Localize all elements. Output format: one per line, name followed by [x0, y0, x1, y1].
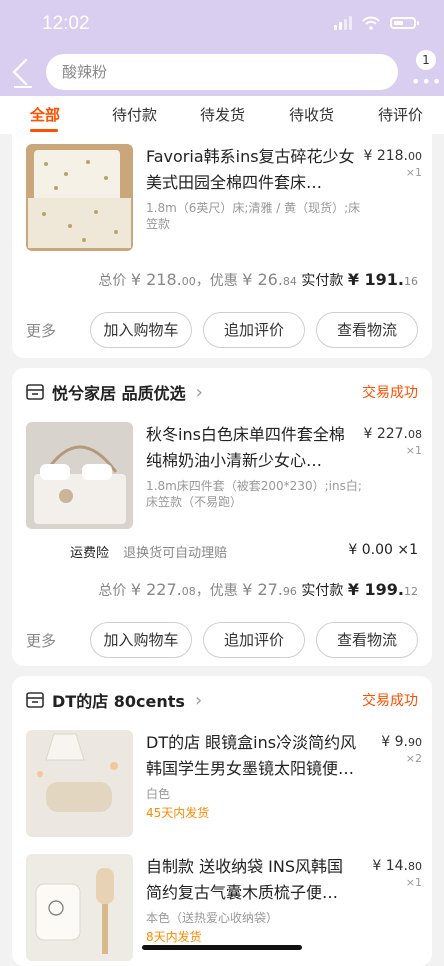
- insurance-label: 运费险: [70, 546, 110, 561]
- battery-icon: [390, 17, 419, 29]
- tab-all[interactable]: 全部: [30, 104, 60, 125]
- shop-header[interactable]: DT的店 80cents ›: [26, 688, 202, 712]
- wifi-icon: [362, 16, 380, 30]
- product-quantity: ×1: [405, 444, 422, 457]
- product-title: 秋冬ins白色床单四件套全棉纯棉奶油小清新少女心…: [146, 425, 345, 470]
- product-spec: 白色: [146, 787, 171, 801]
- product-title: 自制款 送收纳袋 INS风韩国简约复古气囊木质梳子便…: [146, 857, 344, 902]
- order-summary: 总价 ¥ 218.00，优惠 ¥ 26.84 实付款 ¥ 191.16: [98, 270, 418, 289]
- order-status: 交易成功: [362, 385, 418, 401]
- order-tabs: 全部 待付款 待发货 待收货 待评价: [0, 96, 444, 134]
- product-thumbnail: [26, 144, 133, 251]
- add-to-cart-button[interactable]: 加入购物车: [90, 622, 192, 658]
- order-item[interactable]: DT的店 眼镜盒ins冷淡简约风韩国学生男女墨镜太阳镜便… ¥ 9.90 ×2 …: [26, 730, 422, 838]
- product-quantity: ×2: [405, 752, 422, 765]
- insurance-price: ¥ 0.00 ×1: [348, 542, 418, 558]
- tab-pending-receipt[interactable]: 待收货: [289, 104, 334, 125]
- order-card: DT的店 80cents › 交易成功 DT的店 眼镜盒ins冷淡简约风韩国学生…: [12, 676, 432, 966]
- more-actions-link[interactable]: 更多: [26, 630, 56, 651]
- order-item[interactable]: 秋冬ins白色床单四件套全棉纯棉奶油小清新少女心… ¥ 227.08 ×1 1.…: [26, 422, 422, 530]
- shipping-time: 8天内发货: [146, 930, 202, 944]
- product-thumbnail: [26, 730, 133, 837]
- shop-icon: [26, 384, 44, 400]
- insurance-desc: 退换货可自动理赔: [123, 546, 228, 561]
- product-spec: 本色（送热爱心收纳袋）: [146, 911, 279, 925]
- product-price: ¥ 227.08: [363, 426, 422, 442]
- shop-name: 悦兮家居 品质优选: [52, 384, 186, 403]
- search-input[interactable]: [60, 62, 384, 82]
- product-spec: 1.8m床四件套（被套200*230）;ins白;床笠款（不易跑）: [146, 479, 362, 509]
- view-logistics-button[interactable]: 查看物流: [316, 312, 418, 348]
- product-price: ¥ 14.80: [372, 858, 422, 874]
- order-summary: 总价 ¥ 227.08，优惠 ¥ 27.96 实付款 ¥ 199.12: [98, 580, 418, 599]
- back-arrow-icon[interactable]: [6, 54, 36, 90]
- message-badge: 1: [416, 50, 436, 70]
- shop-name: DT的店 80cents: [52, 692, 185, 711]
- shipping-time: 45天内发货: [146, 806, 210, 820]
- tab-pending-shipment[interactable]: 待发货: [200, 104, 245, 125]
- signal-icon: [334, 16, 352, 30]
- shop-icon: [26, 692, 44, 708]
- shop-header[interactable]: 悦兮家居 品质优选 ›: [26, 380, 203, 404]
- add-to-cart-button[interactable]: 加入购物车: [90, 312, 192, 348]
- product-title: Favoria韩系ins复古碎花少女美式田园全棉四件套床…: [146, 147, 355, 192]
- product-spec: 1.8m（6英尺）床;清雅 / 黄（现货）;床笠款: [146, 201, 361, 231]
- more-actions-link[interactable]: 更多: [26, 320, 56, 341]
- product-price: ¥ 9.90: [381, 734, 422, 750]
- status-time: 12:02: [42, 13, 90, 34]
- more-dots-icon: •••: [411, 72, 443, 91]
- tab-pending-review[interactable]: 待评价: [378, 104, 423, 125]
- order-card: Favoria韩系ins复古碎花少女美式田园全棉四件套床… ¥ 218.00 ×…: [12, 132, 432, 358]
- chevron-right-icon: ›: [195, 381, 203, 403]
- product-quantity: ×1: [405, 166, 422, 179]
- add-review-button[interactable]: 追加评价: [203, 622, 305, 658]
- product-quantity: ×1: [405, 876, 422, 889]
- home-indicator: [142, 945, 302, 950]
- chevron-right-icon: ›: [194, 689, 203, 711]
- order-card: 悦兮家居 品质优选 › 交易成功 秋冬ins白色床单四件套全棉纯棉奶油小清新少女…: [12, 368, 432, 666]
- product-title: DT的店 眼镜盒ins冷淡简约风韩国学生男女墨镜太阳镜便…: [146, 733, 357, 778]
- product-thumbnail: [26, 854, 133, 961]
- status-icons: [334, 16, 419, 30]
- product-thumbnail: [26, 422, 133, 529]
- tab-pending-payment[interactable]: 待付款: [112, 104, 157, 125]
- order-status: 交易成功: [362, 693, 418, 709]
- product-price: ¥ 218.00: [363, 148, 422, 164]
- add-review-button[interactable]: 追加评价: [203, 312, 305, 348]
- view-logistics-button[interactable]: 查看物流: [316, 622, 418, 658]
- shipping-insurance-row: 运费险 退换货可自动理赔: [70, 542, 227, 561]
- order-item[interactable]: Favoria韩系ins复古碎花少女美式田园全棉四件套床… ¥ 218.00 ×…: [26, 144, 422, 252]
- search-box[interactable]: [46, 54, 398, 90]
